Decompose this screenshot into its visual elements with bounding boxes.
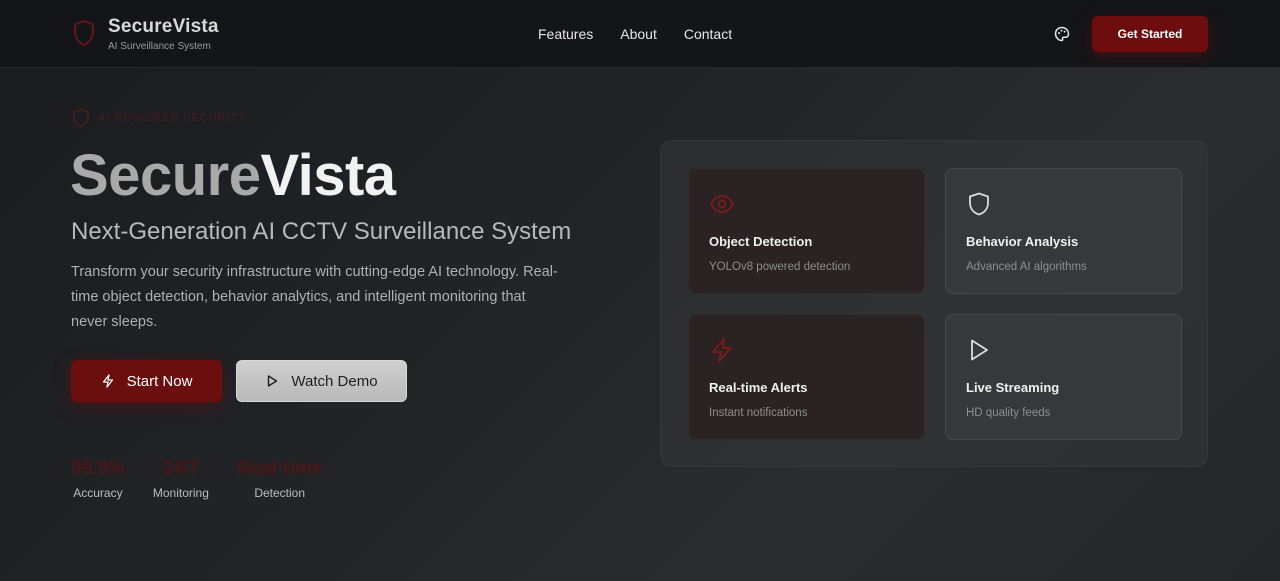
lightning-icon	[712, 338, 732, 362]
feature-title: Real-time Alerts	[709, 380, 808, 395]
badge-text: AI-POWERED SECURITY	[98, 112, 247, 124]
feature-card-realtime-alerts[interactable]: Real-time Alerts Instant notifications	[688, 314, 925, 440]
stat-detection: Real-time Detection	[237, 456, 323, 502]
top-navbar: SecureVista AI Surveillance System Featu…	[0, 0, 1280, 68]
feature-desc: HD quality feeds	[966, 407, 1051, 419]
hero-badge: AI-POWERED SECURITY	[72, 108, 247, 128]
start-now-label: Start Now	[126, 372, 193, 390]
stat-label: Monitoring	[152, 486, 209, 500]
watch-demo-label: Watch Demo	[291, 372, 378, 390]
get-started-button[interactable]: Get Started	[1092, 16, 1208, 52]
feature-desc: Advanced AI algorithms	[966, 261, 1087, 273]
play-icon	[971, 339, 988, 361]
eye-icon	[709, 194, 735, 214]
stat-label: Accuracy	[73, 486, 123, 500]
feature-desc: YOLOv8 powered detection	[709, 261, 851, 273]
hero-subtitle: Next-Generation AI CCTV Surveillance Sys…	[71, 218, 572, 245]
stat-value: Real-time	[236, 458, 323, 479]
stat-value: 24/7	[162, 458, 200, 479]
nav-link-features[interactable]: Features	[538, 26, 593, 42]
nav-links: Features About Contact	[538, 26, 759, 42]
stat-label: Detection	[254, 486, 306, 500]
stats-row: 99.9% Accuracy 24/7 Monitoring Real-time…	[71, 456, 350, 502]
watch-demo-button[interactable]: Watch Demo	[236, 360, 407, 402]
stat-accuracy: 99.9% Accuracy	[71, 456, 125, 502]
nav-link-contact[interactable]: Contact	[684, 26, 732, 42]
shield-icon	[73, 108, 89, 128]
shield-icon	[969, 192, 989, 216]
feature-desc: Instant notifications	[709, 407, 808, 419]
start-now-button[interactable]: Start Now	[71, 360, 222, 402]
hero-title: SecureVista	[70, 142, 396, 210]
brand-logo[interactable]: SecureVista AI Surveillance System	[72, 16, 219, 54]
feature-card-behavior-analysis[interactable]: Behavior Analysis Advanced AI algorithms	[945, 168, 1182, 294]
stat-monitoring: 24/7 Monitoring	[153, 456, 209, 502]
hero-description: Transform your security infrastructure w…	[71, 264, 558, 330]
feature-card-object-detection[interactable]: Object Detection YOLOv8 powered detectio…	[688, 168, 925, 294]
stat-value: 99.9%	[71, 458, 125, 479]
nav-link-about[interactable]: About	[620, 26, 657, 42]
hero-title-part1: Secure	[70, 143, 261, 208]
feature-title: Behavior Analysis	[966, 234, 1079, 249]
hero-title-part2: Vista	[260, 143, 396, 208]
feature-title: Object Detection	[709, 234, 813, 249]
features-panel: Object Detection YOLOv8 powered detectio…	[660, 140, 1208, 467]
palette-icon[interactable]	[1054, 26, 1070, 42]
shield-logo-icon	[74, 20, 94, 46]
lightning-icon	[102, 374, 113, 388]
feature-title: Live Streaming	[966, 380, 1060, 395]
brand-name: SecureVista	[108, 16, 219, 37]
feature-card-live-streaming[interactable]: Live Streaming HD quality feeds	[945, 314, 1182, 440]
brand-subtitle: AI Surveillance System	[108, 41, 211, 52]
play-icon	[268, 375, 278, 387]
